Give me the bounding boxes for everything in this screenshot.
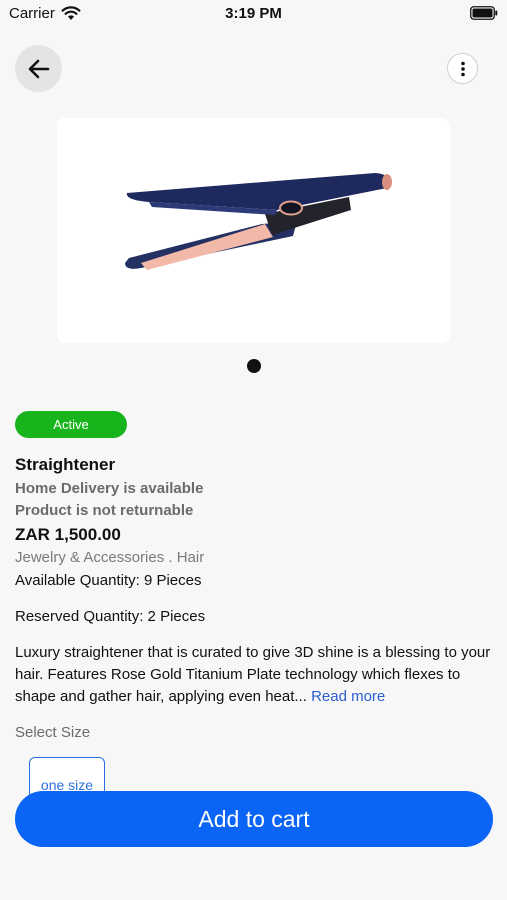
read-more-link[interactable]: Read more (311, 688, 385, 705)
delivery-info: Home Delivery is available (15, 480, 204, 497)
back-button[interactable] (15, 45, 62, 92)
vertical-dots-icon (460, 61, 465, 76)
description-text: Luxury straightener that is curated to g… (15, 644, 491, 705)
status-bar: Carrier 3:19 PM (0, 0, 507, 28)
arrow-left-icon (28, 59, 49, 78)
battery-icon (470, 6, 498, 20)
select-size-label: Select Size (15, 724, 91, 741)
status-time: 3:19 PM (225, 5, 282, 22)
product-price: ZAR 1,500.00 (15, 525, 121, 544)
more-options-button[interactable] (447, 53, 478, 84)
reserved-quantity: Reserved Quantity: 2 Pieces (15, 608, 206, 625)
product-description: Luxury straightener that is curated to g… (15, 642, 495, 708)
product-title: Straightener (15, 455, 116, 474)
hair-straightener-image (125, 173, 392, 270)
status-badge: Active (15, 411, 127, 438)
available-quantity: Available Quantity: 9 Pieces (15, 572, 202, 589)
return-policy: Product is not returnable (15, 502, 194, 519)
add-to-cart-button[interactable]: Add to cart (15, 791, 493, 847)
product-image[interactable] (57, 118, 450, 343)
product-category: Jewelry & Accessories . Hair (15, 549, 205, 566)
carousel-indicator-dot[interactable] (247, 359, 261, 373)
